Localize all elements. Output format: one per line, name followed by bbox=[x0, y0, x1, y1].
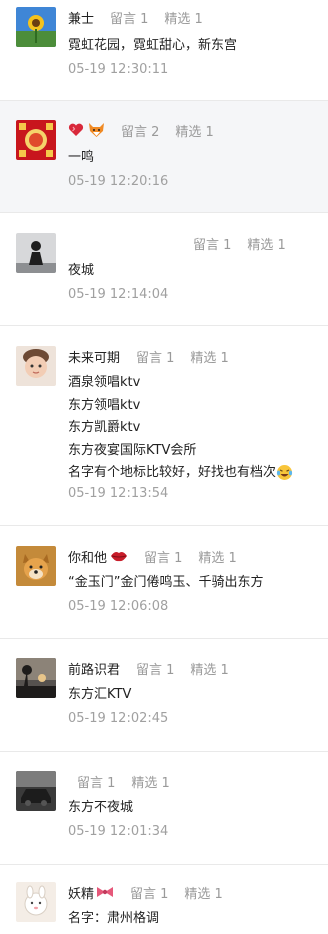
laughing-tears-icon bbox=[276, 465, 293, 480]
comment-item: 留言 2 精选 1 一鸣 05-19 12:20:16 bbox=[0, 101, 328, 213]
comment-text: “金玉门”金门倦鸣玉、千骑出东方 bbox=[68, 572, 263, 595]
comment-time: 05-19 12:14:04 bbox=[68, 287, 169, 302]
comment-time: 05-19 12:20:16 bbox=[68, 174, 169, 189]
avatar[interactable] bbox=[16, 7, 56, 47]
featured-count[interactable]: 精选 1 bbox=[190, 659, 228, 678]
comment-meta: 留言 1 精选 1 bbox=[193, 233, 302, 253]
avatar[interactable] bbox=[16, 882, 56, 922]
comment-text: 霓虹花园，霓虹甜心，新东宫 bbox=[68, 35, 237, 58]
reply-count[interactable]: 留言 1 bbox=[193, 234, 231, 253]
comment-line: 一鸣 bbox=[68, 150, 95, 165]
comment-line: 名字有个地标比较好，好找也有档次 bbox=[68, 462, 293, 485]
avatar[interactable] bbox=[16, 546, 56, 586]
featured-count[interactable]: 精选 1 bbox=[164, 8, 202, 27]
comment-item: 未来可期 留言 1 精选 1 酒泉领唱ktv 东方领唱ktv 东方凯爵ktv 东… bbox=[0, 326, 328, 526]
comment-meta: 妖精 留言 1 精选 1 bbox=[68, 882, 239, 902]
featured-count[interactable]: 精选 1 bbox=[247, 234, 285, 253]
comment-text: 夜城 bbox=[68, 260, 94, 283]
nickname[interactable]: 未来可期 bbox=[68, 347, 120, 366]
comment-list: 兼士 留言 1 精选 1 霓虹花园，霓虹甜心，新东宫 05-19 12:30:1… bbox=[0, 0, 328, 934]
comment-time: 05-19 12:30:11 bbox=[68, 62, 169, 77]
comment-meta: 前路识君 留言 1 精选 1 bbox=[68, 658, 245, 678]
comment-time: 05-19 12:06:08 bbox=[68, 599, 169, 614]
featured-count[interactable]: 精选 1 bbox=[184, 883, 222, 902]
reply-count[interactable]: 留言 1 bbox=[136, 659, 174, 678]
nickname[interactable]: 你和他 bbox=[68, 547, 128, 566]
reply-count[interactable]: 留言 1 bbox=[130, 883, 168, 902]
featured-count[interactable]: 精选 1 bbox=[198, 547, 236, 566]
comment-time: 05-19 12:02:45 bbox=[68, 711, 169, 726]
featured-count[interactable]: 精选 1 bbox=[190, 347, 228, 366]
baby-avatar-icon bbox=[16, 346, 56, 386]
ribbon-icon bbox=[97, 887, 114, 897]
comment-line: 霓虹花园，霓虹甜心，新东宫 bbox=[68, 38, 238, 53]
featured-count[interactable]: 精选 1 bbox=[175, 121, 213, 140]
fox-icon bbox=[89, 123, 104, 137]
comment-meta: 留言 2 精选 1 bbox=[68, 120, 230, 140]
comment-line: 东方不夜城 bbox=[68, 800, 134, 815]
avatar[interactable] bbox=[16, 771, 56, 811]
dark-figure-avatar-icon bbox=[16, 233, 56, 273]
sunflower-avatar-icon bbox=[16, 7, 56, 47]
sunset-avatar-icon bbox=[16, 658, 56, 698]
comment-time: 05-19 12:01:34 bbox=[68, 824, 169, 839]
reply-count[interactable]: 留言 1 bbox=[77, 772, 115, 791]
reply-count[interactable]: 留言 1 bbox=[110, 8, 148, 27]
avatar[interactable] bbox=[16, 346, 56, 386]
comment-line: 酒泉领唱ktv bbox=[68, 375, 141, 390]
comment-text: 东方不夜城 bbox=[68, 797, 133, 820]
comment-meta: 留言 1 精选 1 bbox=[77, 771, 186, 791]
red-fortune-avatar-icon bbox=[16, 120, 56, 160]
comment-meta: 兼士 留言 1 精选 1 bbox=[68, 7, 219, 27]
car-avatar-icon bbox=[16, 771, 56, 811]
comment-text: 名字：肃州格调 bbox=[68, 908, 159, 931]
comment-line: 东方汇KTV bbox=[68, 687, 132, 702]
reply-count[interactable]: 留言 1 bbox=[136, 347, 174, 366]
nickname[interactable]: 前路识君 bbox=[68, 659, 120, 678]
comment-line: 东方夜宴国际KTV会所 bbox=[68, 442, 197, 458]
avatar[interactable] bbox=[16, 233, 56, 273]
avatar[interactable] bbox=[16, 120, 56, 160]
dog-avatar-icon bbox=[16, 546, 56, 586]
comment-text: 东方汇KTV bbox=[68, 684, 131, 707]
comment-item: 留言 1 精选 1 东方不夜城 05-19 12:01:34 bbox=[0, 752, 328, 865]
comment-line: “金玉门”金门倦鸣玉、千骑出东方 bbox=[68, 575, 264, 590]
avatar[interactable] bbox=[16, 658, 56, 698]
nickname[interactable] bbox=[68, 122, 105, 138]
comment-meta: 你和他 留言 1 精选 1 bbox=[68, 546, 253, 566]
nickname[interactable]: 妖精 bbox=[68, 883, 114, 902]
heart-icon bbox=[68, 123, 84, 136]
comment-text: 一鸣 bbox=[68, 147, 94, 170]
comment-item: 兼士 留言 1 精选 1 霓虹花园，霓虹甜心，新东宫 05-19 12:30:1… bbox=[0, 0, 328, 101]
comment-item: 妖精 留言 1 精选 1 名字：肃州格调 bbox=[0, 865, 328, 934]
comment-time: 05-19 12:13:54 bbox=[68, 486, 169, 501]
cartoon-avatar-icon bbox=[16, 882, 56, 922]
reply-count[interactable]: 留言 1 bbox=[144, 547, 182, 566]
nickname[interactable]: 兼士 bbox=[68, 8, 94, 27]
reply-count[interactable]: 留言 2 bbox=[121, 121, 159, 140]
comment-item: 前路识君 留言 1 精选 1 东方汇KTV 05-19 12:02:45 bbox=[0, 639, 328, 752]
featured-count[interactable]: 精选 1 bbox=[131, 772, 169, 791]
comment-meta: 未来可期 留言 1 精选 1 bbox=[68, 346, 245, 366]
comment-line: 东方领唱ktv bbox=[68, 397, 141, 413]
comment-line: 东方凯爵ktv bbox=[68, 420, 141, 435]
comment-line: 夜城 bbox=[68, 263, 95, 278]
lips-icon bbox=[111, 552, 128, 562]
comment-line: 名字：肃州格调 bbox=[68, 911, 160, 926]
comment-item: 你和他 留言 1 精选 1 “金玉门”金门倦鸣玉、千骑出东方 05-19 12:… bbox=[0, 526, 328, 639]
comment-text: 酒泉领唱ktv 东方领唱ktv 东方凯爵ktv 东方夜宴国际KTV会所 名字有个… bbox=[68, 372, 293, 485]
comment-item: 留言 1 精选 1 夜城 05-19 12:14:04 bbox=[0, 213, 328, 326]
